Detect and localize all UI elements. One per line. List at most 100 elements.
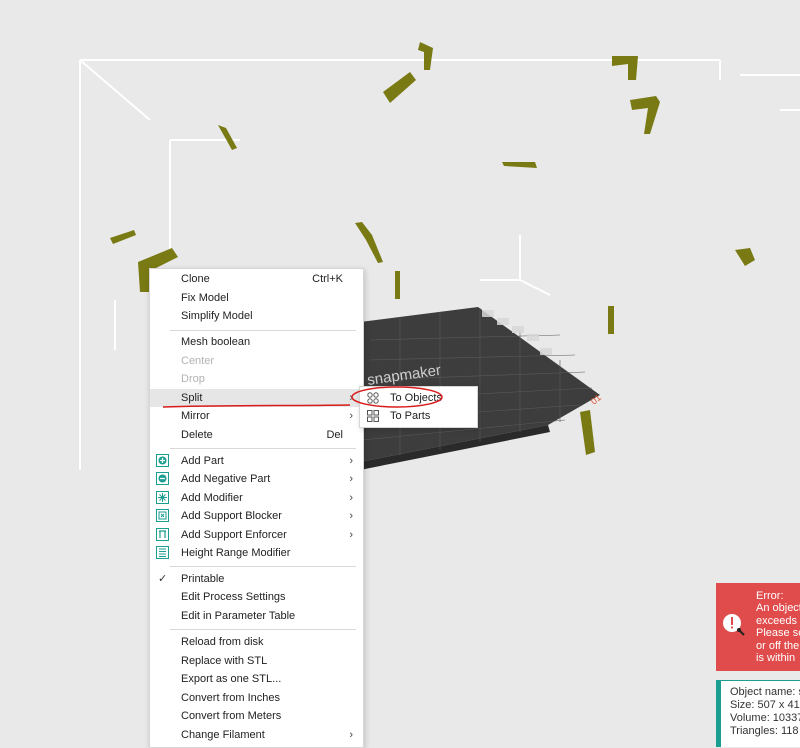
menu-item-label: Add Modifier [181,492,243,504]
split-submenu: To Objects To Parts [359,386,478,428]
support-enforcer-icon [156,528,169,541]
model-part [383,72,416,103]
model-part [218,125,237,150]
menu-shortcut: Ctrl+K [312,273,343,285]
menu-item-label: Split [181,392,203,404]
menu-item-add-support-blocker[interactable]: Add Support Blocker › [150,507,363,525]
error-line: exceeds t [756,615,800,627]
menu-item-label: Fix Model [181,292,229,304]
menu-item-reload-from-disk[interactable]: Reload from disk [150,633,363,651]
split-objects-icon [367,392,379,404]
menu-separator [170,448,356,449]
menu-item-label: Mesh boolean [181,336,251,348]
model-part [580,410,595,455]
submenu-item-to-parts[interactable]: To Parts [360,407,477,425]
menu-item-clone[interactable]: Clone Ctrl+K [150,270,363,288]
menu-item-label: Add Negative Part [181,473,271,485]
chevron-right-icon: › [349,492,353,504]
chevron-right-icon: › [349,529,353,541]
object-volume: Volume: 10337 [730,712,800,724]
error-line: is within [756,652,796,664]
error-notification[interactable]: Error: An object exceeds t Please sc or … [716,583,800,671]
menu-item-label: Add Support Blocker [181,510,282,522]
menu-item-label: Add Part [181,455,224,467]
menu-item-replace-with-stl[interactable]: Replace with STL [150,652,363,670]
menu-item-label: Edit Process Settings [181,591,286,603]
chevron-right-icon: › [349,729,353,741]
menu-item-printable[interactable]: ✓ Printable [150,570,363,588]
error-line: or off the [756,640,800,652]
negative-part-icon [156,472,169,485]
error-line: Please sc [756,627,800,639]
menu-item-delete[interactable]: Delete Del [150,426,363,444]
add-part-icon [156,454,169,467]
3d-viewport[interactable]: snapmaker 01 [0,0,800,746]
menu-item-label: Edit in Parameter Table [181,610,296,622]
model-part [502,162,537,168]
model-part [395,271,400,299]
menu-item-label: Drop [181,373,205,385]
submenu-item-label: To Objects [390,392,442,404]
model-part [630,96,660,134]
menu-item-label: Replace with STL [181,655,268,667]
context-menu: Clone Ctrl+K Fix Model Simplify Model Me… [149,268,364,748]
menu-item-label: Simplify Model [181,310,253,322]
menu-item-split[interactable]: Split › [150,389,363,407]
model-part [418,42,433,70]
menu-item-simplify-model[interactable]: Simplify Model [150,307,363,325]
menu-item-height-range-modifier[interactable]: Height Range Modifier [150,544,363,562]
menu-item-convert-from-meters[interactable]: Convert from Meters [150,707,363,725]
submenu-item-to-objects[interactable]: To Objects [360,389,477,407]
object-info-panel: Object name: s Size: 507 x 413 Volume: 1… [716,680,800,747]
support-blocker-icon [156,509,169,522]
chevron-right-icon: › [349,510,353,522]
model-part [612,56,638,80]
menu-item-label: Printable [181,573,225,585]
submenu-item-label: To Parts [390,410,431,422]
menu-item-export-as-one-stl[interactable]: Export as one STL... [150,670,363,688]
chevron-right-icon: › [349,392,353,404]
error-line: An object [756,602,800,614]
menu-item-convert-from-inches[interactable]: Convert from Inches [150,689,363,707]
chevron-right-icon: › [349,455,353,467]
chevron-right-icon: › [349,410,353,422]
menu-item-edit-process-settings[interactable]: Edit Process Settings [150,588,363,606]
menu-item-fix-model[interactable]: Fix Model [150,289,363,307]
model-part [735,248,755,266]
model-part [608,306,614,334]
menu-item-drop: Drop [150,370,363,388]
menu-item-mirror[interactable]: Mirror › [150,407,363,425]
menu-item-label: Height Range Modifier [181,547,291,559]
model-part [355,222,383,263]
menu-item-label: Reload from disk [181,636,264,648]
menu-item-add-negative-part[interactable]: Add Negative Part › [150,470,363,488]
modifier-icon [156,491,169,504]
menu-item-add-support-enforcer[interactable]: Add Support Enforcer › [150,526,363,544]
error-title: Error: [756,590,784,602]
menu-item-label: Delete [181,429,213,441]
menu-item-label: Mirror [181,410,210,422]
height-range-icon [156,546,169,559]
object-size: Size: 507 x 413 [730,699,800,711]
menu-item-label: Clone [181,273,210,285]
menu-item-change-filament[interactable]: Change Filament › [150,726,363,744]
chevron-right-icon: › [349,473,353,485]
menu-item-mesh-boolean[interactable]: Mesh boolean [150,333,363,351]
menu-item-label: Center [181,355,215,367]
menu-separator [170,629,356,630]
menu-item-center: Center [150,352,363,370]
object-triangles: Triangles: 118 [730,725,799,737]
split-parts-icon [367,410,379,422]
menu-item-add-modifier[interactable]: Add Modifier › [150,489,363,507]
menu-item-label: Change Filament [181,729,265,741]
object-name: Object name: s [730,686,800,698]
menu-item-label: Export as one STL... [181,673,282,685]
menu-shortcut: Del [326,429,343,441]
menu-item-label: Convert from Inches [181,692,281,704]
model-part [110,230,136,244]
error-icon [723,614,745,636]
checkmark-icon: ✓ [158,573,168,585]
menu-item-add-part[interactable]: Add Part › [150,452,363,470]
menu-item-edit-parameter-table[interactable]: Edit in Parameter Table [150,607,363,625]
menu-separator [170,330,356,331]
